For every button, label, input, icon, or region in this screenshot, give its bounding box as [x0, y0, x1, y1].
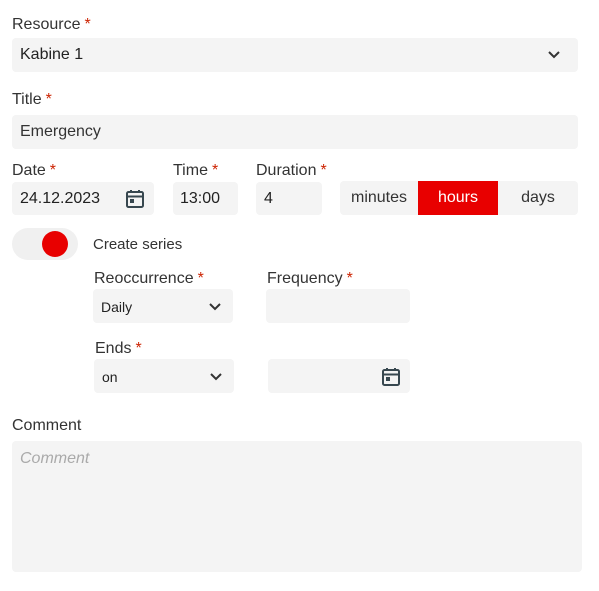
- required-marker: *: [84, 16, 91, 33]
- required-marker: *: [320, 162, 327, 179]
- date-input[interactable]: 24.12.2023: [12, 182, 154, 215]
- comment-textarea[interactable]: [12, 441, 582, 572]
- required-marker: *: [346, 270, 353, 287]
- required-marker: *: [135, 340, 142, 357]
- frequency-label: Frequency *: [267, 270, 353, 288]
- reoccurrence-label: Reoccurrence *: [94, 270, 204, 288]
- duration-value: 4: [264, 190, 273, 207]
- duration-label: Duration *: [256, 162, 327, 180]
- create-series-toggle[interactable]: [12, 228, 78, 260]
- title-input[interactable]: Emergency: [12, 115, 578, 149]
- chevron-down-icon: [210, 373, 222, 381]
- frequency-label-text: Frequency: [267, 270, 343, 287]
- time-input[interactable]: 13:00: [173, 182, 238, 215]
- reoccurrence-value: Daily: [101, 299, 133, 315]
- unit-hours-button[interactable]: hours: [418, 181, 498, 215]
- reoccurrence-label-text: Reoccurrence: [94, 270, 194, 287]
- resource-label-text: Resource: [12, 16, 81, 33]
- date-value: 24.12.2023: [20, 190, 101, 207]
- title-label: Title *: [12, 91, 52, 109]
- unit-minutes-button[interactable]: minutes: [340, 181, 418, 215]
- time-value: 13:00: [180, 190, 221, 207]
- date-label: Date *: [12, 162, 56, 180]
- ends-label: Ends *: [95, 340, 142, 358]
- ends-value: on: [102, 369, 118, 385]
- duration-label-text: Duration: [256, 162, 317, 179]
- ends-select[interactable]: on: [94, 359, 234, 393]
- ends-label-text: Ends: [95, 340, 132, 357]
- ends-date-input[interactable]: [268, 359, 410, 393]
- resource-label: Resource *: [12, 16, 91, 34]
- resource-select[interactable]: Kabine 1: [12, 38, 578, 72]
- required-marker: *: [45, 91, 52, 108]
- resource-value: Kabine 1: [20, 46, 84, 63]
- calendar-icon[interactable]: [381, 367, 401, 387]
- unit-days-button[interactable]: days: [498, 181, 578, 215]
- duration-input[interactable]: 4: [256, 182, 322, 215]
- required-marker: *: [49, 162, 57, 179]
- toggle-knob: [42, 231, 68, 257]
- frequency-input[interactable]: [266, 289, 410, 323]
- reoccurrence-select[interactable]: Daily: [93, 289, 233, 323]
- required-marker: *: [211, 162, 219, 179]
- comment-label: Comment: [12, 417, 82, 434]
- time-label-text: Time: [173, 162, 208, 179]
- calendar-icon[interactable]: [125, 189, 145, 209]
- title-label-text: Title: [12, 91, 42, 108]
- date-label-text: Date: [12, 162, 46, 179]
- time-label: Time *: [173, 162, 218, 180]
- chevron-down-icon: [209, 303, 221, 311]
- create-series-label: Create series: [93, 236, 183, 253]
- required-marker: *: [197, 270, 204, 287]
- title-value: Emergency: [20, 123, 101, 140]
- chevron-down-icon: [548, 51, 560, 59]
